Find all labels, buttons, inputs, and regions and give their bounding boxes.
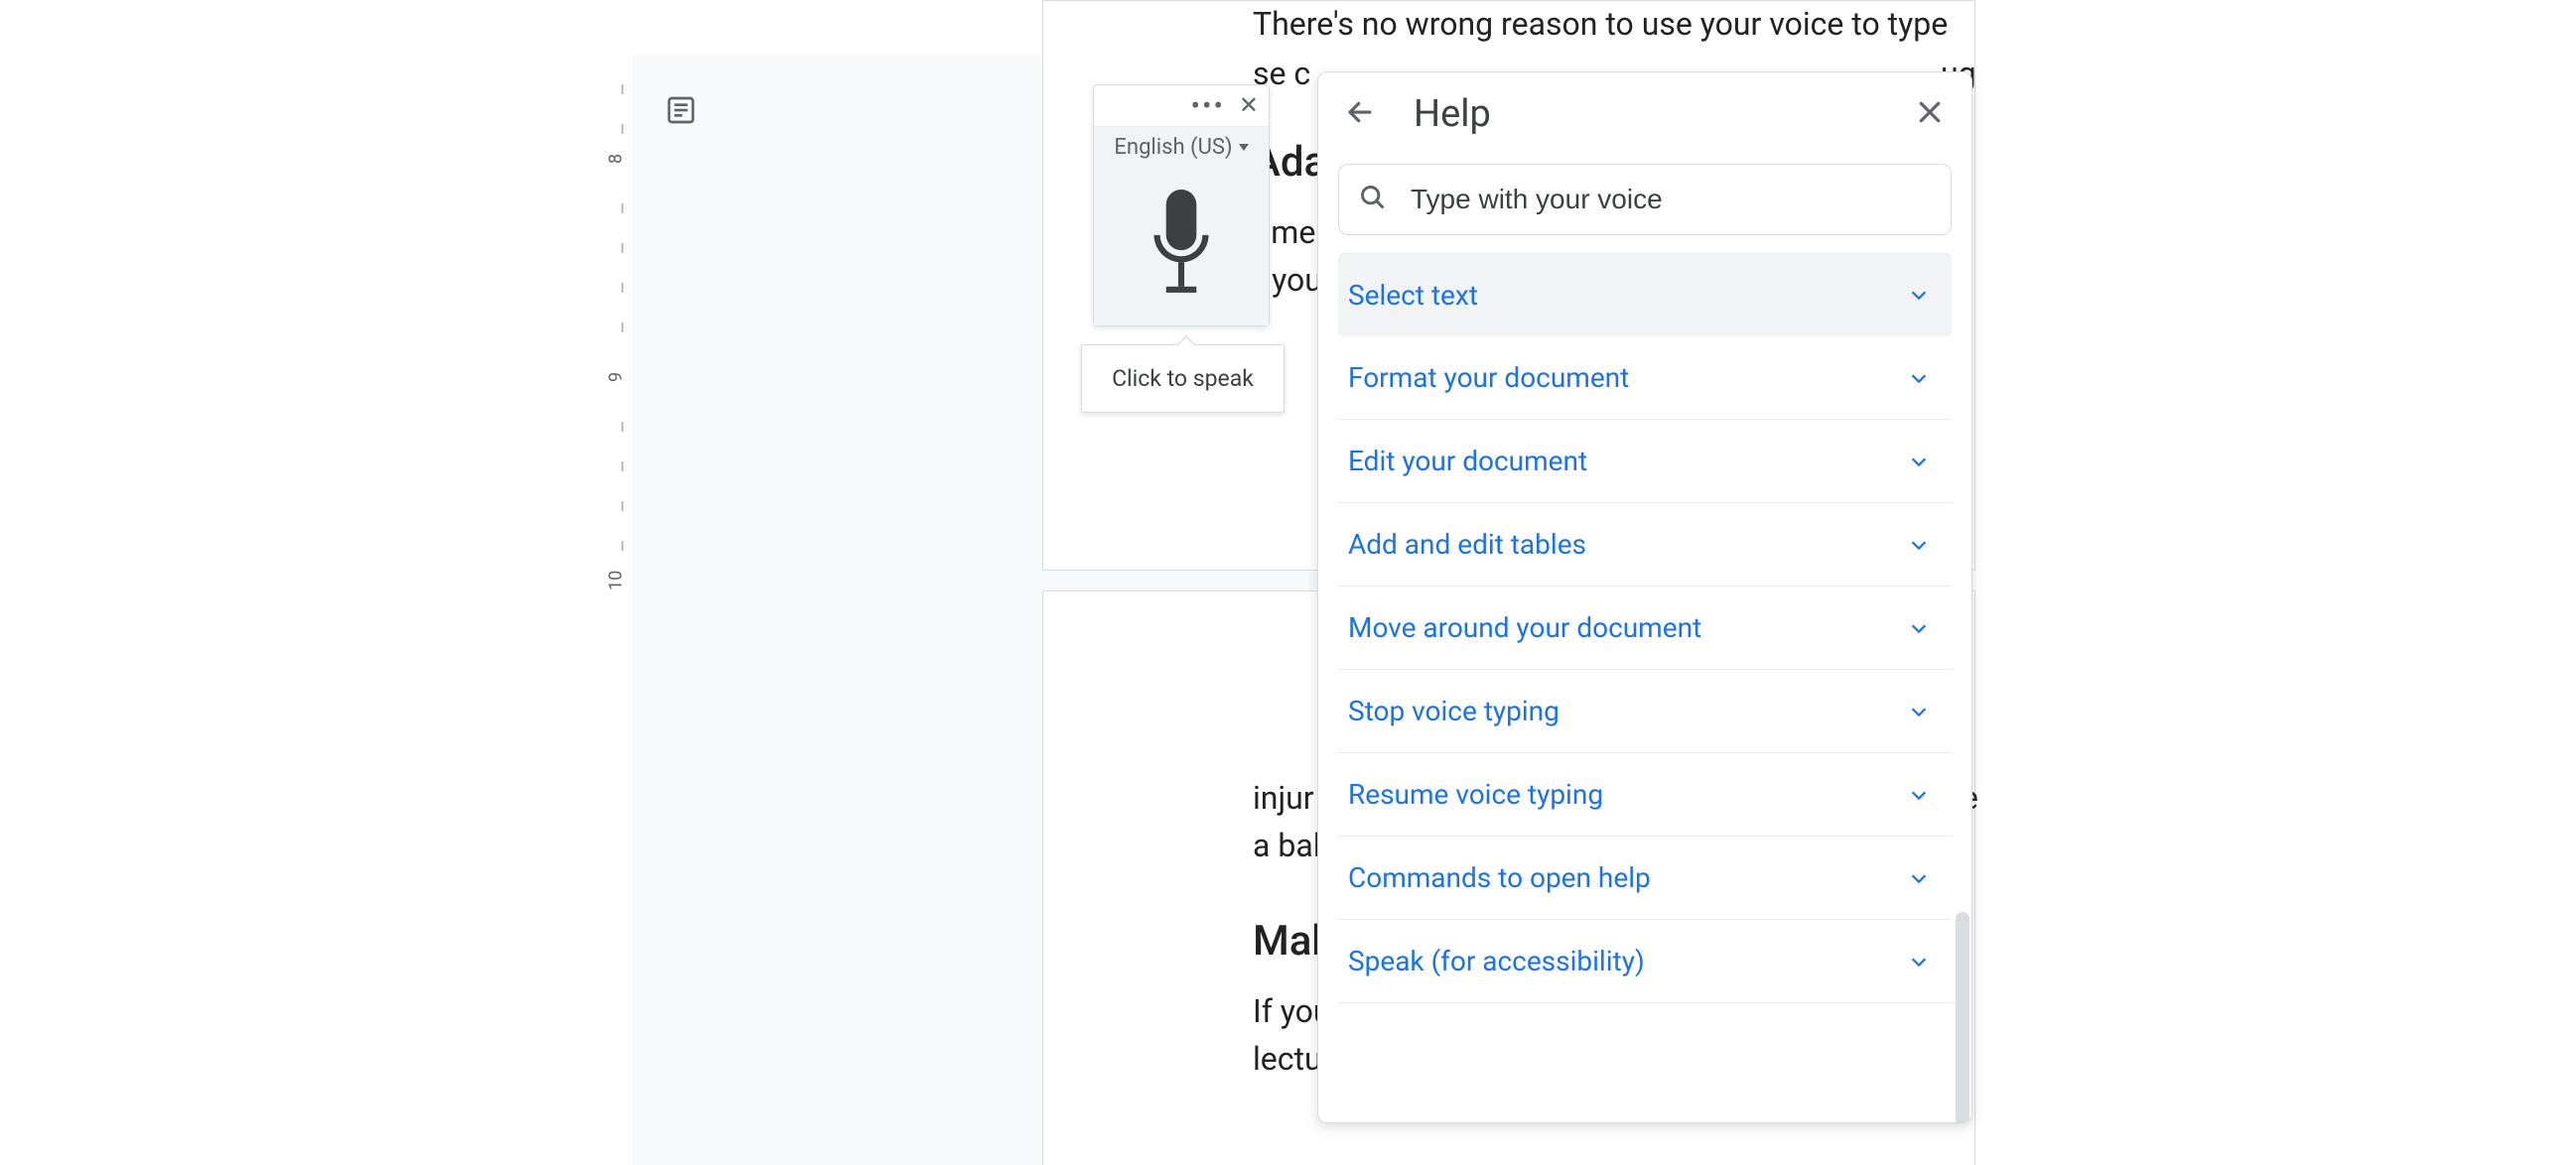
chevron-down-icon [1908,867,1930,889]
help-topic-label: Move around your document [1348,611,1701,644]
voice-typing-widget[interactable]: ••• ✕ English (US) [1093,84,1270,326]
doc-body-text: There's no wrong reason to use your voic… [1253,0,2007,48]
microphone-icon [1142,190,1221,303]
ruler-mark: 9 [606,372,626,382]
help-topic-label: Speak (for accessibility) [1348,945,1645,977]
help-close-button[interactable] [1908,92,1952,136]
help-back-button[interactable] [1338,92,1382,136]
vertical-ruler: 8 9 10 [610,55,633,1165]
help-topic-item[interactable]: Select text [1338,253,1952,336]
chevron-down-icon [1908,951,1930,972]
chevron-down-icon [1908,617,1930,639]
voice-language-selector[interactable]: English (US) [1094,127,1269,167]
voice-tooltip: Click to speak [1081,344,1285,413]
help-topic-label: Commands to open help [1348,861,1651,894]
help-search-input[interactable] [1409,183,1931,216]
ruler-mark: 8 [606,154,626,164]
help-topic-label: Format your document [1348,361,1629,394]
help-topic-label: Resume voice typing [1348,778,1603,811]
chevron-down-icon [1908,284,1930,306]
dropdown-triangle-icon [1239,144,1249,151]
chevron-down-icon [1908,451,1930,472]
voice-tooltip-text: Click to speak [1112,365,1254,392]
help-title: Help [1414,92,1908,136]
help-topic-item[interactable]: Move around your document [1338,586,1952,670]
search-icon [1359,184,1387,215]
document-outline-button[interactable] [663,94,699,130]
scrollbar-thumb[interactable] [1956,912,1969,1123]
help-panel: Help Select text Format your document Edit… [1317,71,1972,1123]
help-topic-item[interactable]: Speak (for accessibility) [1338,920,1952,1003]
help-topic-item[interactable]: Stop voice typing [1338,670,1952,753]
more-icon[interactable]: ••• [1191,101,1225,111]
voice-language-label: English (US) [1114,135,1232,160]
chevron-down-icon [1908,701,1930,722]
arrow-left-icon [1345,97,1375,131]
help-topic-label: Select text [1348,279,1478,312]
ruler-mark: 10 [606,571,626,590]
close-icon[interactable]: ✕ [1239,91,1259,120]
outline-icon [665,94,697,130]
help-topic-item[interactable]: Resume voice typing [1338,753,1952,837]
voice-widget-header: ••• ✕ [1094,85,1269,127]
help-topic-item[interactable]: Edit your document [1338,420,1952,503]
close-icon [1915,97,1945,131]
help-topic-label: Edit your document [1348,445,1587,477]
chevron-down-icon [1908,367,1930,389]
help-search-box[interactable] [1338,164,1952,235]
help-topic-list[interactable]: Select text Format your document Edit your… [1318,253,1971,1122]
help-topic-item[interactable]: Add and edit tables [1338,503,1952,586]
help-topic-label: Stop voice typing [1348,695,1559,727]
help-topic-item[interactable]: Format your document [1338,336,1952,420]
chevron-down-icon [1908,534,1930,556]
voice-mic-button[interactable] [1094,167,1269,325]
chevron-down-icon [1908,784,1930,806]
help-topic-label: Add and edit tables [1348,528,1586,561]
help-topic-item[interactable]: Commands to open help [1338,837,1952,920]
